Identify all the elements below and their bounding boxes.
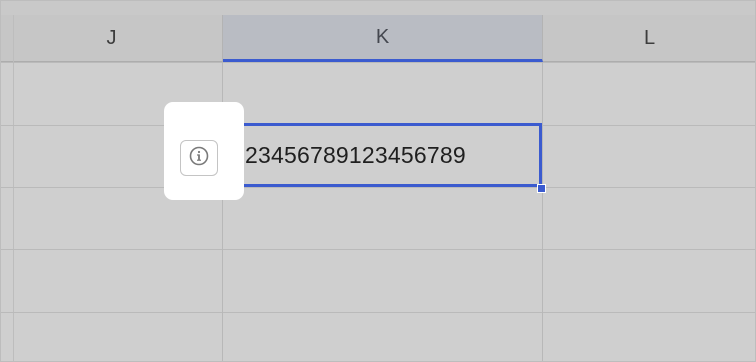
info-button[interactable]	[180, 140, 218, 176]
column-header-j[interactable]: J	[1, 15, 223, 62]
fill-handle[interactable]	[537, 184, 546, 193]
active-cell-value: 123456789123456789	[232, 142, 466, 168]
spreadsheet-grid: J K L 123456789123456789	[0, 0, 756, 362]
info-icon	[189, 146, 209, 171]
top-strip	[1, 1, 755, 16]
cell-k3[interactable]	[223, 188, 542, 249]
column-header-k[interactable]: K	[223, 15, 543, 62]
cell-l1[interactable]	[543, 63, 755, 125]
cell-l3[interactable]	[543, 188, 755, 249]
column-header-l[interactable]: L	[543, 15, 755, 62]
row-divider	[1, 312, 755, 313]
row-divider	[1, 249, 755, 250]
